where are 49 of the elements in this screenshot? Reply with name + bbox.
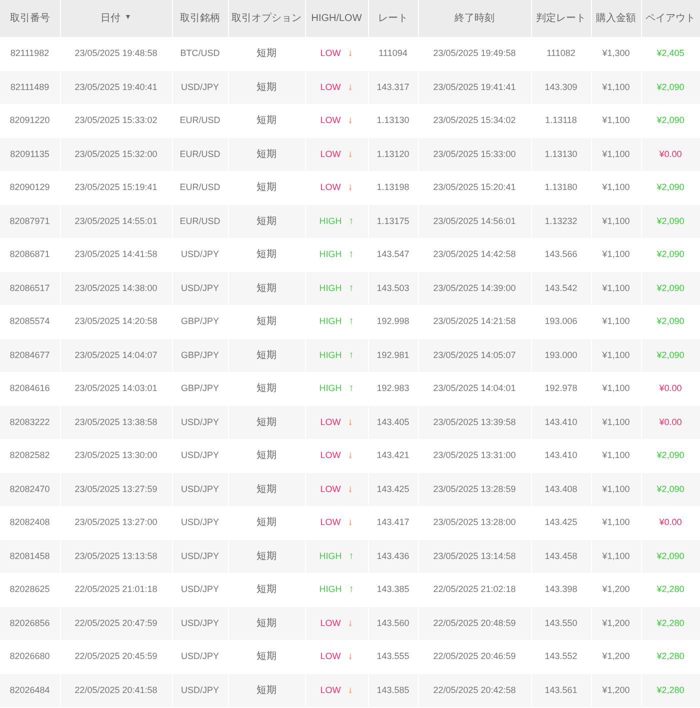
direction-label: HIGH — [319, 383, 342, 394]
up-arrow-icon: ↑ — [348, 383, 354, 394]
down-arrow-icon: ↓ — [348, 450, 353, 462]
direction-label: HIGH — [319, 584, 342, 594]
direction-label: HIGH — [319, 249, 342, 260]
table-cell: 82026484 — [0, 674, 60, 707]
down-arrow-icon: ↓ — [348, 684, 353, 696]
payout-cell: ¥2,280 — [641, 674, 700, 707]
down-arrow-icon: ↓ — [348, 416, 353, 428]
down-arrow-icon: ↓ — [348, 517, 353, 528]
up-arrow-icon: ↑ — [348, 350, 354, 361]
table-cell: 143.561 — [531, 674, 591, 707]
down-arrow-icon: ↓ — [348, 148, 353, 160]
table-cell: USD/JPY — [172, 674, 228, 707]
up-arrow-icon: ↑ — [348, 216, 354, 227]
table-cell: 短期 — [228, 674, 305, 707]
direction-label: HIGH — [319, 350, 342, 360]
down-arrow-icon: ↓ — [348, 484, 353, 495]
down-arrow-icon: ↓ — [348, 82, 353, 93]
direction-label: LOW — [320, 618, 341, 628]
direction-label: LOW — [320, 148, 341, 159]
up-arrow-icon: ↑ — [348, 282, 354, 294]
table-cell: 143.585 — [368, 674, 418, 707]
table-cell: ¥1,200 — [591, 674, 641, 707]
direction-label: LOW — [320, 115, 341, 126]
direction-label: HIGH — [319, 216, 342, 226]
direction-label: LOW — [320, 82, 341, 92]
down-arrow-icon: ↓ — [348, 48, 353, 60]
down-arrow-icon: ↓ — [348, 618, 353, 629]
table-cell: 22/05/2025 20:42:58 — [418, 674, 531, 707]
direction-label: LOW — [320, 684, 341, 695]
direction-label: HIGH — [319, 316, 342, 326]
down-arrow-icon: ↓ — [348, 182, 353, 194]
direction-label: HIGH — [319, 550, 342, 561]
direction-label: LOW — [320, 484, 341, 494]
direction-label: LOW — [320, 517, 341, 528]
up-arrow-icon: ↑ — [348, 249, 354, 260]
direction-label: LOW — [320, 651, 341, 662]
up-arrow-icon: ↑ — [348, 550, 354, 562]
down-arrow-icon: ↓ — [348, 115, 353, 126]
up-arrow-icon: ↑ — [348, 316, 354, 328]
direction-label: LOW — [320, 48, 341, 58]
up-arrow-icon: ↑ — [348, 584, 354, 596]
direction-label: HIGH — [319, 282, 342, 293]
down-arrow-icon: ↓ — [348, 651, 353, 662]
direction-label: LOW — [320, 416, 341, 427]
direction-label: LOW — [320, 182, 341, 192]
table-cell: 22/05/2025 20:41:58 — [60, 674, 172, 707]
direction-label: LOW — [320, 450, 341, 460]
